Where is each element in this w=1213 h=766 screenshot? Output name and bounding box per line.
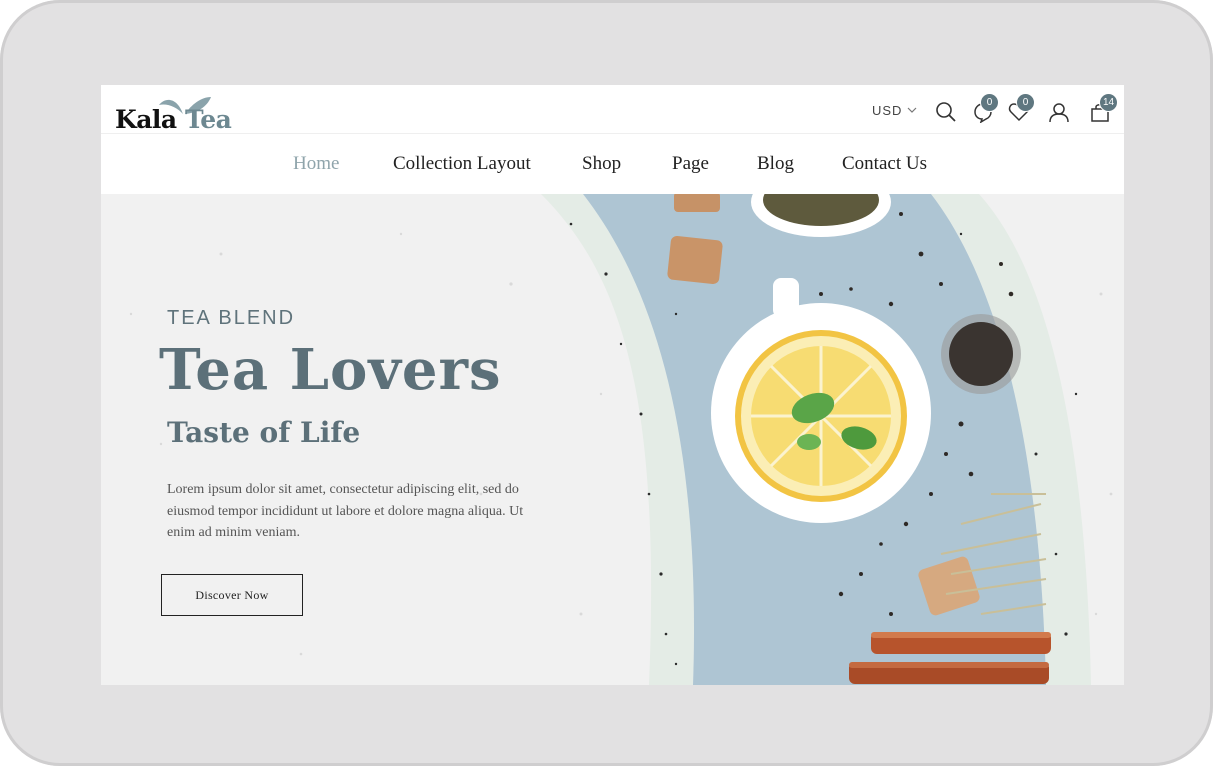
search-icon (936, 102, 956, 122)
cart-count-badge: 14 (1099, 93, 1118, 112)
search-button[interactable] (935, 101, 959, 125)
wishlist-count-badge: 0 (1016, 93, 1035, 112)
nav-item-collection-layout[interactable]: Collection Layout (393, 153, 531, 175)
hero-subtitle: Taste of Life (167, 416, 361, 449)
hero-title: Tea Lovers (159, 337, 502, 403)
main-navigation: Home Collection Layout Shop Page Blog Co… (101, 134, 1124, 194)
account-button[interactable] (1048, 101, 1072, 125)
nav-item-contact-us[interactable]: Contact Us (842, 153, 927, 175)
header-top-bar: Kala Tea USD 0 0 14 (101, 85, 1124, 134)
nav-item-page[interactable]: Page (672, 153, 709, 175)
hero-eyebrow: TEA BLEND (167, 307, 296, 329)
nav-item-blog[interactable]: Blog (757, 153, 794, 175)
nav-item-shop[interactable]: Shop (582, 153, 621, 175)
hero-description: Lorem ipsum dolor sit amet, consectetur … (167, 482, 524, 540)
logo-text-kala: Kala (115, 105, 177, 134)
cart-button[interactable]: 14 (1089, 93, 1118, 125)
user-icon (1049, 103, 1069, 123)
site-logo[interactable]: Kala Tea (115, 93, 235, 134)
chevron-down-icon (908, 107, 917, 113)
hero-slider: TEA BLEND Tea Lovers Taste of Life Lorem… (101, 194, 1124, 685)
compare-count-badge: 0 (980, 93, 999, 112)
nav-item-home[interactable]: Home (293, 153, 339, 175)
wishlist-button[interactable]: 0 (1008, 93, 1035, 125)
currency-selector[interactable]: USD (872, 103, 917, 118)
currency-label: USD (872, 103, 903, 118)
logo-text-tea: Tea (185, 105, 232, 134)
discover-now-button[interactable]: Discover Now (161, 574, 303, 616)
compare-button[interactable]: 0 (972, 93, 999, 125)
browser-viewport: Kala Tea USD 0 0 14 Home Collection Layo… (101, 85, 1124, 685)
